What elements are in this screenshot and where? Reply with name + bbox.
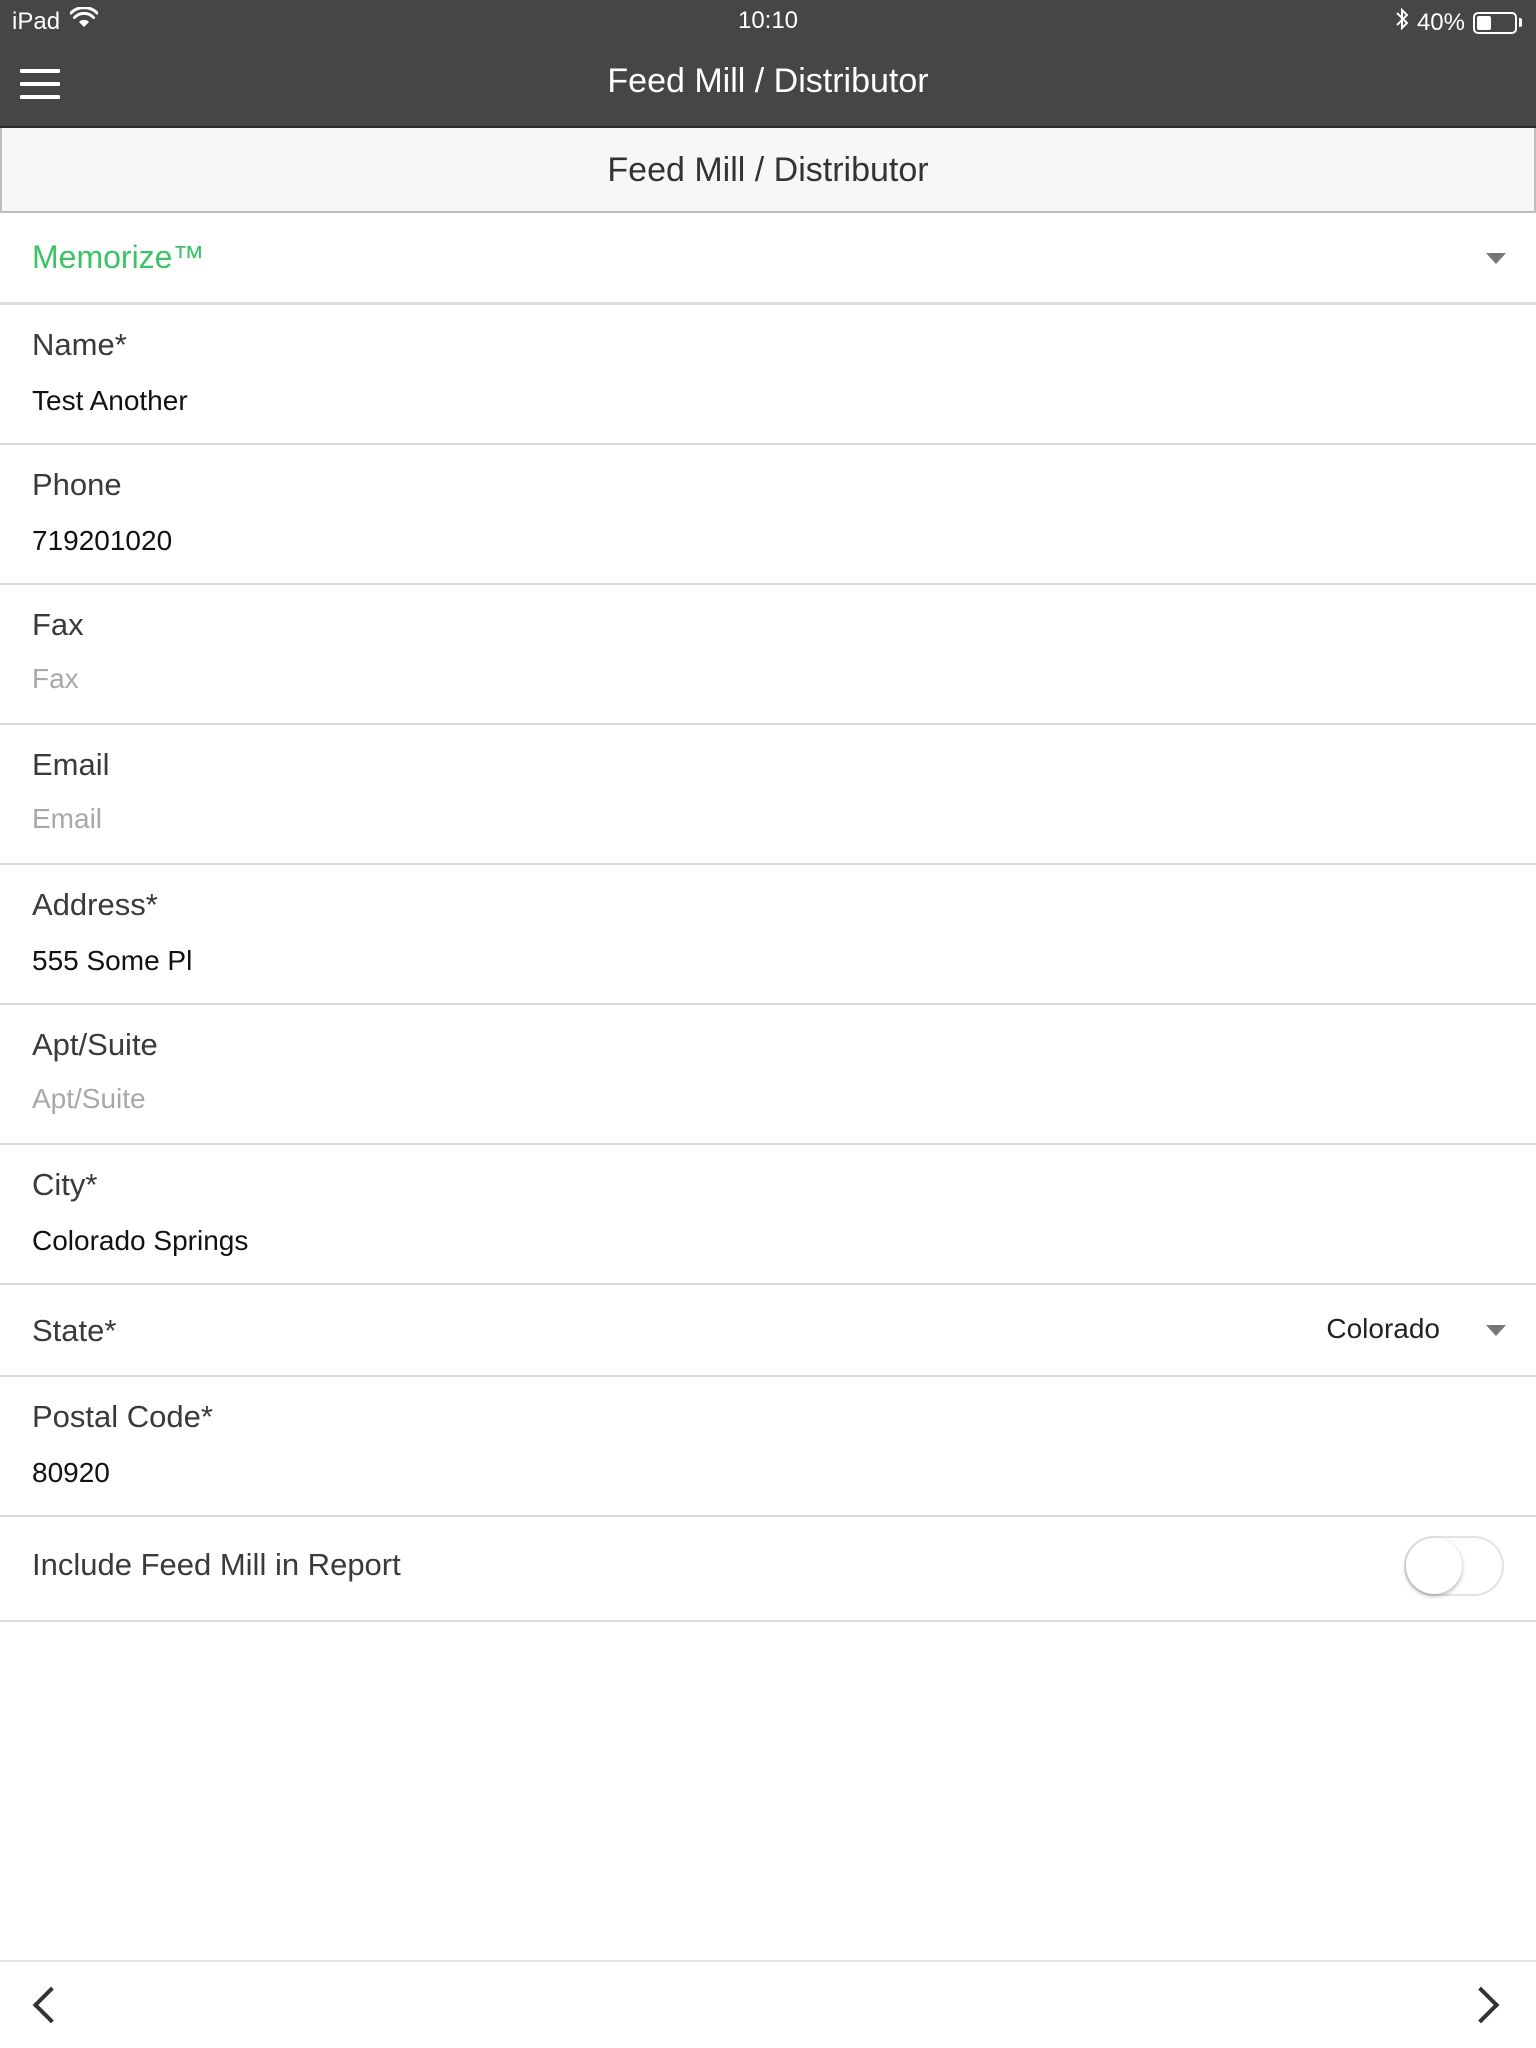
section-header: Feed Mill / Distributor xyxy=(0,128,1536,213)
name-input[interactable] xyxy=(32,381,1132,421)
chevron-left-icon[interactable] xyxy=(32,1986,70,2024)
apt-suite-field-row: Apt/Suite xyxy=(0,1005,1536,1145)
hamburger-menu-icon[interactable] xyxy=(18,66,62,102)
city-label: City* xyxy=(32,1167,98,1202)
include-report-row: Include Feed Mill in Report xyxy=(0,1517,1536,1622)
include-report-label: Include Feed Mill in Report xyxy=(32,1547,401,1582)
apt-suite-label: Apt/Suite xyxy=(32,1027,158,1062)
state-dropdown[interactable]: State* Colorado xyxy=(0,1285,1536,1377)
email-input[interactable] xyxy=(32,799,1132,839)
status-bar: iPad 10:10 40% xyxy=(0,0,1536,40)
bluetooth-icon xyxy=(1395,7,1409,38)
name-field-row: Name* xyxy=(0,305,1536,445)
postal-code-field-row: Postal Code* xyxy=(0,1377,1536,1517)
apt-suite-input[interactable] xyxy=(32,1079,1132,1119)
address-label: Address* xyxy=(32,887,158,922)
phone-field-row: Phone xyxy=(0,445,1536,585)
bottom-nav-bar xyxy=(0,1960,1536,2048)
phone-label: Phone xyxy=(32,467,122,502)
email-field-row: Email xyxy=(0,725,1536,865)
email-label: Email xyxy=(32,747,110,782)
battery-percent: 40% xyxy=(1416,8,1465,36)
nav-bar: Feed Mill / Distributor xyxy=(0,40,1536,128)
memorize-label: Memorize™ xyxy=(32,239,205,275)
postal-code-input[interactable] xyxy=(32,1453,1132,1493)
city-input[interactable] xyxy=(32,1221,1132,1261)
battery-fill xyxy=(1477,15,1492,30)
status-bar-right: 40% xyxy=(1395,7,1522,38)
memorize-dropdown[interactable]: Memorize™ xyxy=(0,213,1536,305)
caret-down-icon xyxy=(1486,253,1506,264)
address-input[interactable] xyxy=(32,941,1132,981)
toggle-knob xyxy=(1406,1538,1462,1594)
fax-label: Fax xyxy=(32,607,84,642)
phone-input[interactable] xyxy=(32,521,1132,561)
postal-code-label: Postal Code* xyxy=(32,1399,213,1434)
caret-down-icon xyxy=(1486,1325,1506,1336)
state-label: State* xyxy=(32,1313,117,1348)
battery-icon xyxy=(1473,11,1522,34)
address-field-row: Address* xyxy=(0,865,1536,1005)
city-field-row: City* xyxy=(0,1145,1536,1285)
name-label: Name* xyxy=(32,327,127,362)
fax-field-row: Fax xyxy=(0,585,1536,725)
fax-input[interactable] xyxy=(32,659,1132,699)
status-time: 10:10 xyxy=(737,7,799,34)
state-value: Colorado xyxy=(1326,1313,1440,1344)
include-report-toggle[interactable] xyxy=(1404,1536,1504,1596)
nav-title: Feed Mill / Distributor xyxy=(607,62,929,100)
chevron-right-icon[interactable] xyxy=(1462,1986,1500,2024)
